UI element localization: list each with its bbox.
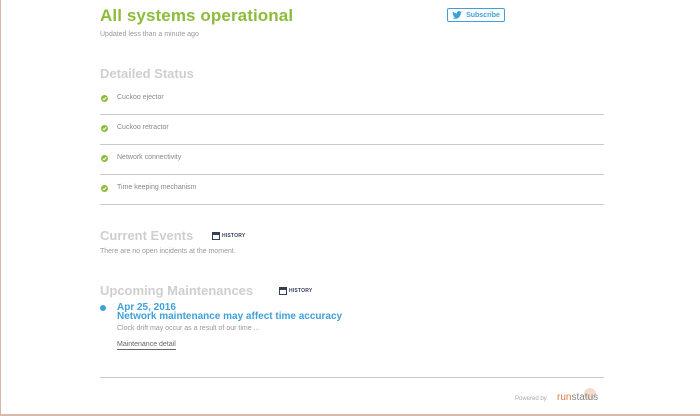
bullet-dot-icon (100, 305, 106, 311)
twitter-bird-icon (452, 11, 462, 19)
maintenance-history-link[interactable]: HISTORY (279, 287, 312, 295)
check-circle-icon (101, 125, 108, 132)
current-events-history-link[interactable]: HISTORY (212, 232, 245, 240)
status-item-label: Cuckoo retractor (117, 124, 169, 131)
status-item-label: Cuckoo ejector (117, 94, 164, 101)
subscribe-button[interactable]: Subscribe (447, 8, 505, 22)
subscribe-label: Subscribe (466, 11, 500, 19)
status-item-label: Network connectivity (117, 154, 182, 161)
status-item-cuckoo-ejector: Cuckoo ejector (100, 85, 604, 115)
runstatus-logo[interactable]: runstatus (557, 392, 598, 403)
page-frame-left-border (0, 0, 1, 416)
check-circle-icon (101, 185, 108, 192)
page-title: All systems operational (100, 6, 294, 25)
footer-divider (100, 377, 604, 378)
status-item-network-connectivity: Network connectivity (100, 145, 604, 175)
calendar-icon (279, 287, 287, 295)
maintenance-title-link[interactable]: Network maintenance may affect time accu… (117, 311, 342, 322)
brand-status-text: status (571, 392, 599, 403)
detailed-status-title: Detailed Status (100, 66, 194, 81)
check-circle-icon (101, 95, 108, 102)
status-item-label: Time keeping mechanism (117, 184, 197, 191)
maintenance-description: Clock drift may occur as a result of our… (117, 325, 260, 332)
status-item-time-keeping-mechanism: Time keeping mechanism (100, 175, 604, 205)
no-incidents-text: There are no open incidents at the momen… (100, 248, 236, 255)
history-label: HISTORY (289, 288, 313, 294)
brand-run-text: run (557, 392, 572, 403)
status-item-cuckoo-retractor: Cuckoo retractor (100, 115, 604, 145)
maintenance-detail-link[interactable]: Maintenance detail (117, 341, 176, 350)
calendar-icon (212, 232, 220, 240)
powered-by-text: Powered by (515, 396, 547, 402)
current-events-title: Current Events (100, 228, 194, 243)
upcoming-maintenances-title: Upcoming Maintenances (100, 283, 254, 298)
last-updated-text: Updated less than a minute ago (100, 31, 199, 38)
detailed-status-list: Cuckoo ejector Cuckoo retractor Network … (100, 85, 604, 205)
history-label: HISTORY (222, 233, 246, 239)
check-circle-icon (101, 155, 108, 162)
